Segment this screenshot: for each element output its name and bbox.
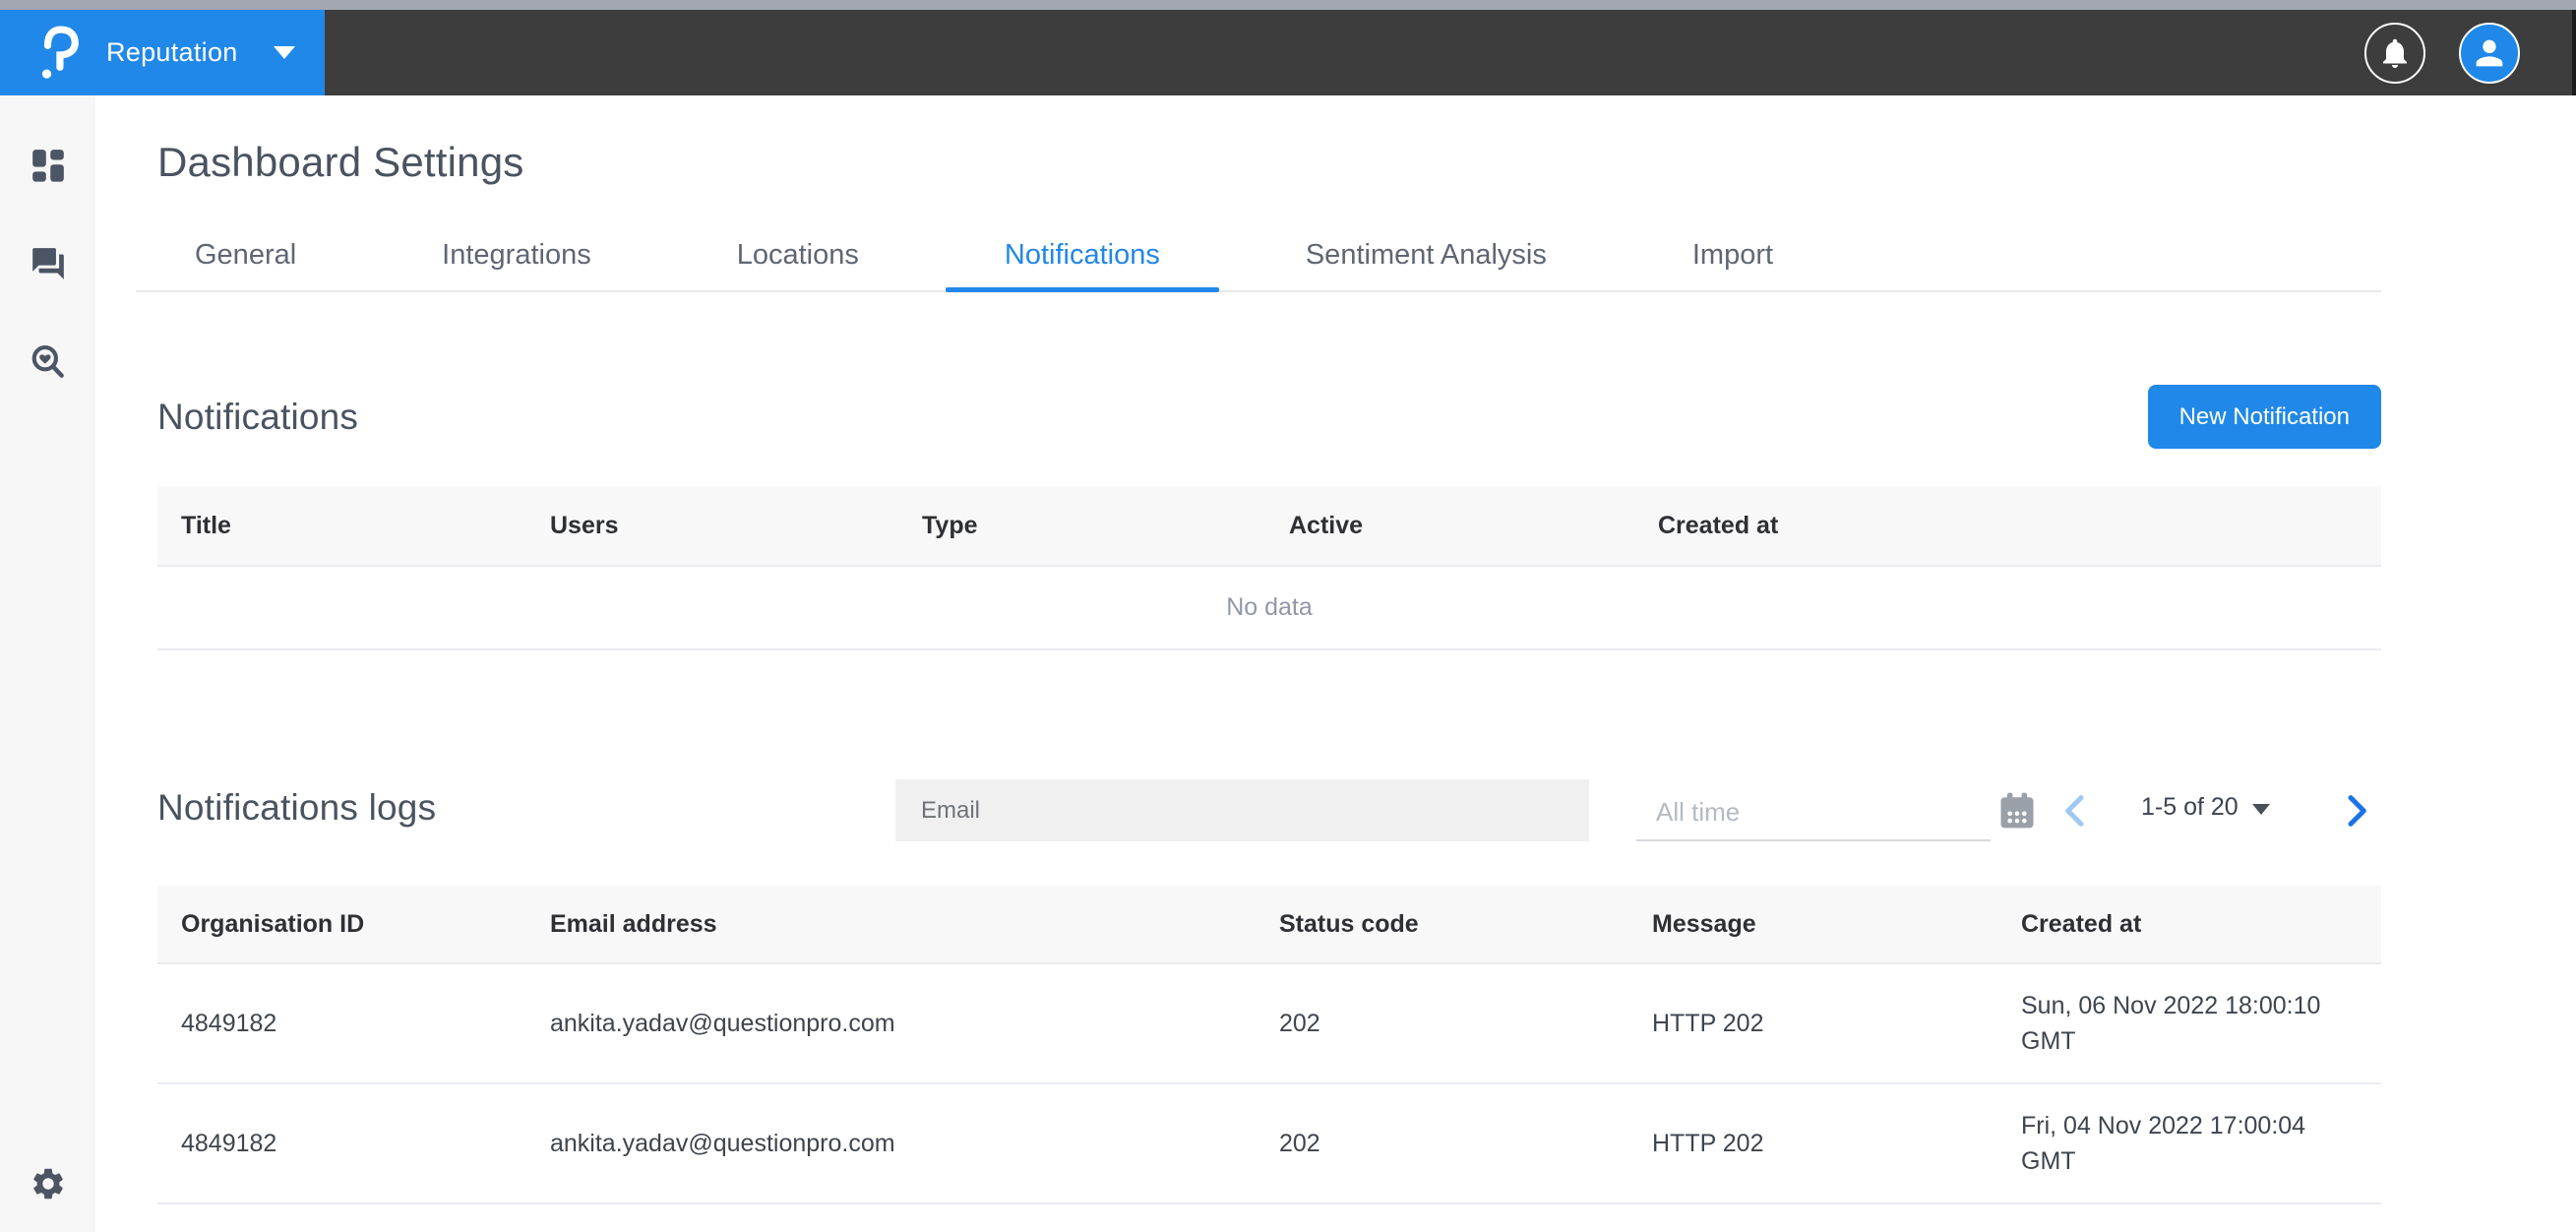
- pagination-range-dropdown[interactable]: 1-5 of 20: [2141, 793, 2270, 822]
- calendar-icon[interactable]: [1995, 789, 2039, 832]
- col-organisation-id: Organisation ID: [157, 910, 526, 939]
- col-status-code: Status code: [1256, 910, 1628, 939]
- tab-notifications[interactable]: Notifications: [946, 219, 1219, 290]
- log-row: 4849182 ankita.yadav@questionpro.com 202…: [157, 964, 2381, 1084]
- cell-email: ankita.yadav@questionpro.com: [526, 1112, 1256, 1175]
- window-top-edge: [0, 0, 2576, 10]
- logs-table-header: Organisation ID Email address Status cod…: [157, 886, 2381, 964]
- tab-sentiment-analysis[interactable]: Sentiment Analysis: [1247, 219, 1606, 290]
- new-notification-button[interactable]: New Notification: [2148, 385, 2381, 449]
- cell-org-id: 4849182: [157, 992, 526, 1055]
- dashboard-icon[interactable]: [30, 147, 67, 184]
- notification-logs-table: Organisation ID Email address Status cod…: [157, 886, 2381, 1204]
- user-avatar-icon: [2470, 33, 2509, 73]
- tab-locations[interactable]: Locations: [678, 219, 918, 290]
- brand-p-icon: [35, 26, 81, 81]
- left-nav: [0, 95, 95, 1232]
- col-title: Title: [157, 512, 526, 540]
- col-active: Active: [1265, 512, 1634, 540]
- tab-integrations[interactable]: Integrations: [383, 219, 650, 290]
- chevron-left-icon[interactable]: [2056, 789, 2096, 832]
- notifications-bell-button[interactable]: [2364, 23, 2425, 84]
- col-users: Users: [526, 512, 898, 540]
- main-panel: Dashboard Settings General Integrations …: [95, 95, 2576, 1232]
- product-name: Reputation: [106, 37, 238, 68]
- col-created-at: Created at: [1634, 512, 2381, 540]
- email-filter-input[interactable]: [895, 779, 1589, 841]
- cell-status: 202: [1256, 992, 1628, 1055]
- pagination-range-label: 1-5 of 20: [2141, 793, 2239, 822]
- tab-import[interactable]: Import: [1633, 219, 1832, 290]
- col-created-at: Created at: [1997, 910, 2381, 939]
- caret-down-icon: [2252, 804, 2270, 815]
- col-email-address: Email address: [526, 910, 1256, 939]
- log-row: 4849182 ankita.yadav@questionpro.com 202…: [157, 1084, 2381, 1204]
- page-title: Dashboard Settings: [157, 139, 2381, 186]
- scrollbar[interactable]: [2572, 10, 2576, 95]
- date-range-input[interactable]: [1636, 785, 1991, 841]
- product-switcher[interactable]: Reputation: [0, 10, 325, 95]
- settings-tabs: General Integrations Locations Notificat…: [136, 219, 2381, 292]
- notifications-table: Title Users Type Active Created at No da…: [157, 486, 2381, 650]
- caret-down-icon: [274, 46, 295, 59]
- user-menu-button[interactable]: [2459, 23, 2520, 84]
- app-bar: Reputation: [0, 10, 2576, 95]
- logs-section-title: Notifications logs: [157, 787, 436, 829]
- cell-message: HTTP 202: [1628, 992, 1997, 1055]
- bell-icon: [2377, 35, 2413, 71]
- cell-status: 202: [1256, 1112, 1628, 1175]
- cell-created-at: Fri, 04 Nov 2022 17:00:04 GMT: [1997, 1094, 2381, 1194]
- chevron-right-icon[interactable]: [2336, 789, 2375, 832]
- app-window: Reputation: [0, 0, 2576, 1232]
- app-bar-actions: [2364, 23, 2576, 84]
- tab-general[interactable]: General: [136, 219, 355, 290]
- notifications-section-title: Notifications: [157, 397, 358, 438]
- no-data-message: No data: [157, 567, 2381, 650]
- col-type: Type: [898, 512, 1265, 540]
- search-heart-icon[interactable]: [30, 343, 67, 381]
- cell-email: ankita.yadav@questionpro.com: [526, 992, 1256, 1055]
- col-message: Message: [1628, 910, 1997, 939]
- cell-created-at: Sun, 06 Nov 2022 18:00:10 GMT: [1997, 974, 2381, 1074]
- cell-message: HTTP 202: [1628, 1112, 1997, 1175]
- notifications-table-header: Title Users Type Active Created at: [157, 486, 2381, 567]
- settings-gear-icon[interactable]: [30, 1165, 67, 1202]
- chat-icon[interactable]: [30, 245, 67, 282]
- cell-org-id: 4849182: [157, 1112, 526, 1175]
